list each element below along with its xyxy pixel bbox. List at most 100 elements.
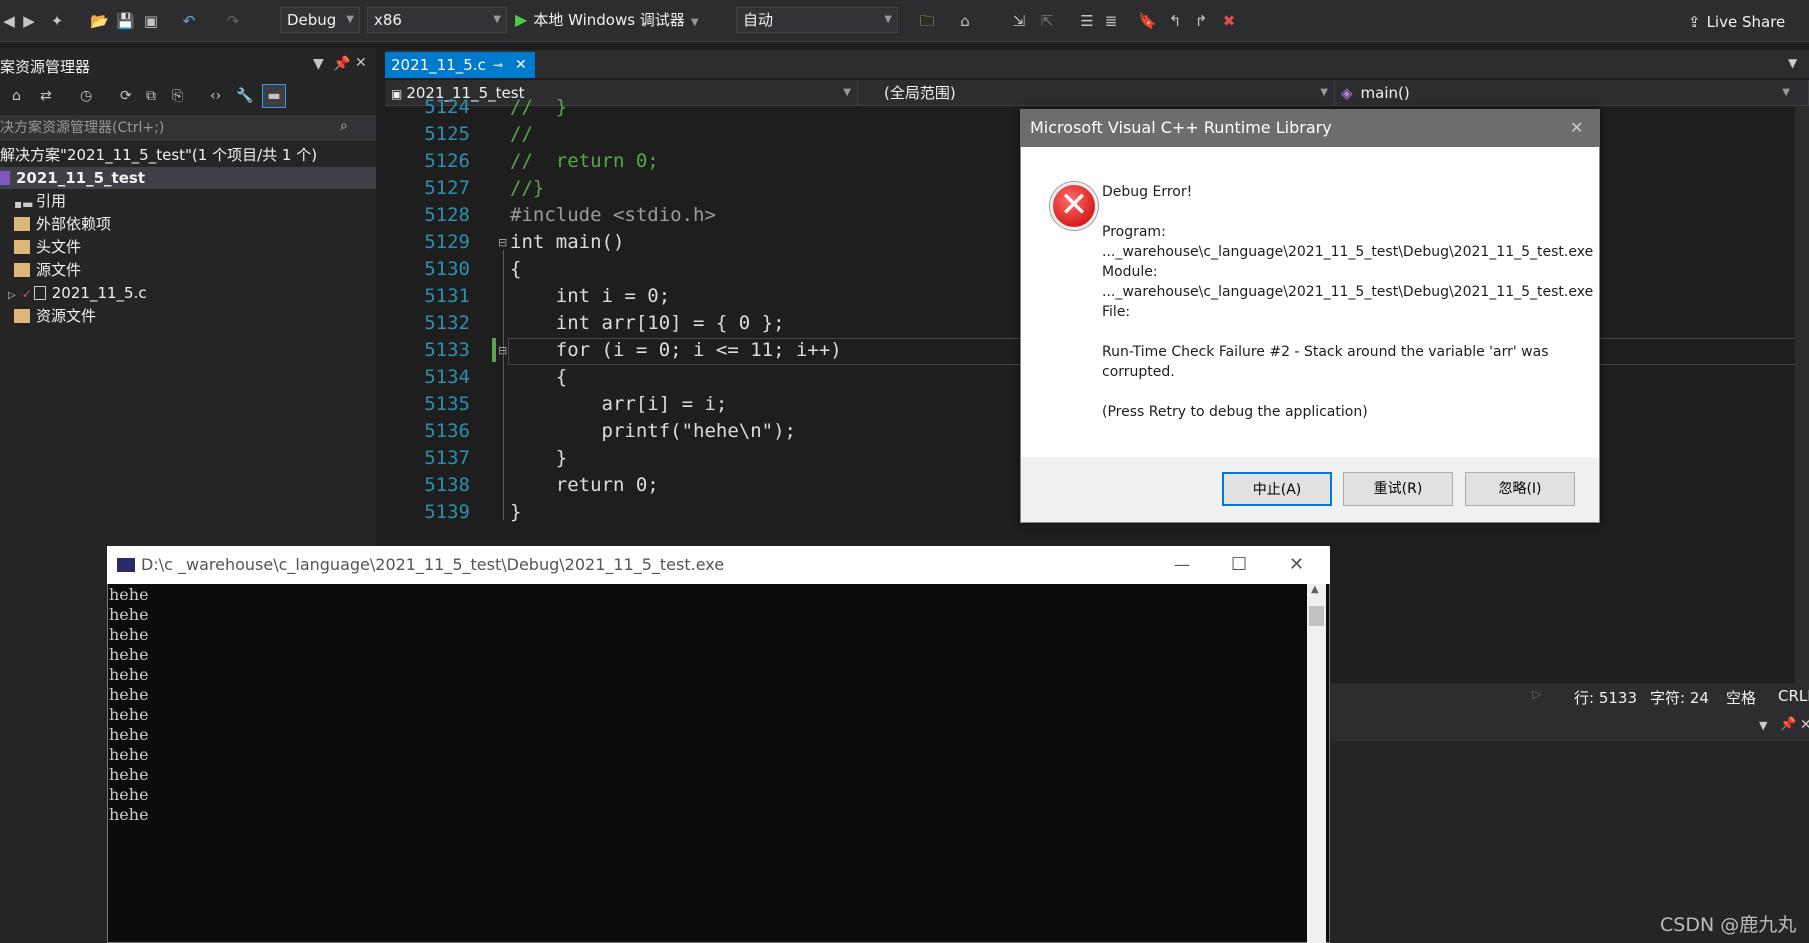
console-scrollbar[interactable]: ▲ [1307,584,1326,943]
solution-search-input[interactable]: 决方案资源管理器(Ctrl+;) [0,115,376,141]
tree-item-resource-files[interactable]: 资源文件 [14,305,96,327]
console-window[interactable] [107,546,1330,943]
panel-menu-icon[interactable]: ▼ [1759,719,1767,732]
new-item-icon[interactable]: ✦ [48,12,66,30]
console-output-line: hehe [109,765,149,784]
properties-wrench-icon[interactable]: 🔧 [236,88,253,104]
chevron-down-icon: ▼ [493,14,501,25]
chevron-down-icon: ▼ [1320,87,1328,98]
code-line: 5135 arr[i] = i; [400,391,727,418]
scroll-up-icon[interactable]: ▲ [1311,584,1319,595]
next-bookmark-icon[interactable]: ↱ [1192,12,1210,30]
console-output-line: hehe [109,725,149,744]
error-icon: ✕ [1050,182,1098,230]
save-all-icon[interactable]: ▣ [142,12,160,30]
refresh-icon[interactable]: ⟳ [120,88,132,104]
open-folder-icon[interactable]: 📂 [90,12,109,30]
config-select[interactable]: Debug ▼ [280,7,360,33]
tree-item-source-file[interactable]: ▷ ✓ 2021_11_5.c [8,282,147,304]
history-icon[interactable]: ◷ [80,88,92,104]
forward-icon[interactable]: ▶ [20,12,38,30]
code-text: return 0; [510,474,659,496]
pin-icon[interactable]: ⊸ [493,52,503,78]
code-text: { [510,258,522,280]
c-file-icon [33,286,46,300]
pin-icon[interactable]: 📌 [333,56,350,72]
tree-item-external-deps[interactable]: 外部依赖项 [14,213,111,235]
module-label: Module: [1102,264,1158,280]
chevron-down-icon: ▼ [884,14,892,25]
search-icon: ⌕ [340,118,348,134]
abort-button[interactable]: 中止(A) [1222,472,1332,506]
code-line: 5125 // [400,121,533,148]
preview-selected-icon[interactable]: ▬ [262,84,286,108]
solution-explorer-toolbar: ⌂ ⇄ ◷ ⟳ ⧉ ⎘ ‹› 🔧 ▬ [0,82,376,112]
step-disabled-icon[interactable]: ⇱ [1038,12,1056,30]
ignore-button[interactable]: 忽略(I) [1465,472,1575,506]
line-number: 5132 [424,312,470,334]
panel-menu-icon[interactable]: ▼ [313,56,324,72]
close-icon[interactable]: ✕ [1570,109,1583,147]
step-icon[interactable]: ⇲ [1010,12,1028,30]
back-icon[interactable]: ◀ [0,12,18,30]
line-number: 5127 [424,177,470,199]
find-in-files-icon[interactable]: 🗀 [918,12,936,30]
platform-select[interactable]: x86 ▼ [367,7,507,33]
pin-icon[interactable]: 📌 [1780,717,1796,732]
editor-scrollbar[interactable] [1795,106,1809,683]
project-node[interactable]: 2021_11_5_test [0,167,376,189]
close-icon[interactable]: ✕ [1800,717,1809,733]
home-icon[interactable]: ⌂ [12,88,21,104]
tab-2021-11-5-c[interactable]: 2021_11_5.c ⊸ ✕ [385,52,535,78]
console-output-line: hehe [109,605,149,624]
code-text: } [510,447,568,469]
chevron-down-icon: ▼ [690,17,699,28]
code-line: 5137 } [400,445,567,472]
live-share-label: Live Share [1706,13,1786,31]
close-icon[interactable]: ✕ [355,55,367,71]
collapse-all-icon[interactable]: ⧉ [146,88,156,104]
indent-icon[interactable]: ☰ [1078,12,1096,30]
bookmark-icon[interactable]: 🔖 [1138,12,1157,30]
tree-item-label: 头文件 [36,238,82,256]
code-text: int i = 0; [510,285,671,307]
start-debug-button[interactable]: ▶ 本地 Windows 调试器 ▼ [515,7,699,33]
scroll-arrow-icon[interactable]: ▷ [1532,687,1541,701]
save-icon[interactable]: 💾 [116,12,135,30]
prev-bookmark-icon[interactable]: ↰ [1166,12,1184,30]
tree-item-label: 2021_11_5.c [51,284,147,302]
nav-function-select[interactable]: ◈ main() ▼ [1335,80,1809,106]
undo-icon[interactable]: ↶ [180,12,198,30]
code-view-icon[interactable]: ‹› [210,88,221,104]
comment-icon[interactable]: ≣ [1102,12,1120,30]
show-all-files-icon[interactable]: ⎘ [172,88,183,104]
console-output-line: hehe [109,645,149,664]
nav-function-label: main() [1360,84,1410,102]
maximize-icon[interactable]: ☐ [1231,546,1247,584]
clear-bookmarks-icon[interactable]: ✖ [1220,12,1238,30]
switch-view-icon[interactable]: ⇄ [40,88,52,104]
dialog-title-bar: Microsoft Visual C++ Runtime Library ✕ [1020,109,1600,147]
solution-node[interactable]: 解决方案"2021_11_5_test"(1 个项目/共 1 个) [0,144,317,166]
solution-explorer-title: 案资源管理器 [0,58,91,76]
redo-icon[interactable]: ↷ [224,12,242,30]
retry-button[interactable]: 重试(R) [1343,472,1453,506]
line-number: 5129 [424,231,470,253]
tree-item-header-files[interactable]: 头文件 [14,236,81,258]
nav-scope-select[interactable]: (全局范围) ▼ [858,80,1335,106]
code-text: arr[i] = i; [510,393,728,415]
scroll-thumb[interactable] [1309,606,1324,626]
minimize-icon[interactable]: — [1174,546,1190,584]
line-number: 5138 [424,474,470,496]
tree-item-source-files[interactable]: 源文件 [14,259,81,281]
live-share-button[interactable]: ⇪ Live Share [1688,10,1785,34]
close-icon[interactable]: ✕ [515,52,527,78]
code-text: int arr[10] = { 0 }; [510,312,785,334]
line-number: 5136 [424,420,470,442]
code-text: } [510,501,522,523]
close-icon[interactable]: ✕ [1289,546,1304,584]
home-icon[interactable]: ⌂ [956,12,974,30]
tab-dropdown-icon[interactable]: ▼ [1788,56,1797,70]
tree-item-references[interactable]: ▪▬ 引用 [14,190,66,212]
auto-select[interactable]: 自动 ▼ [736,7,898,33]
